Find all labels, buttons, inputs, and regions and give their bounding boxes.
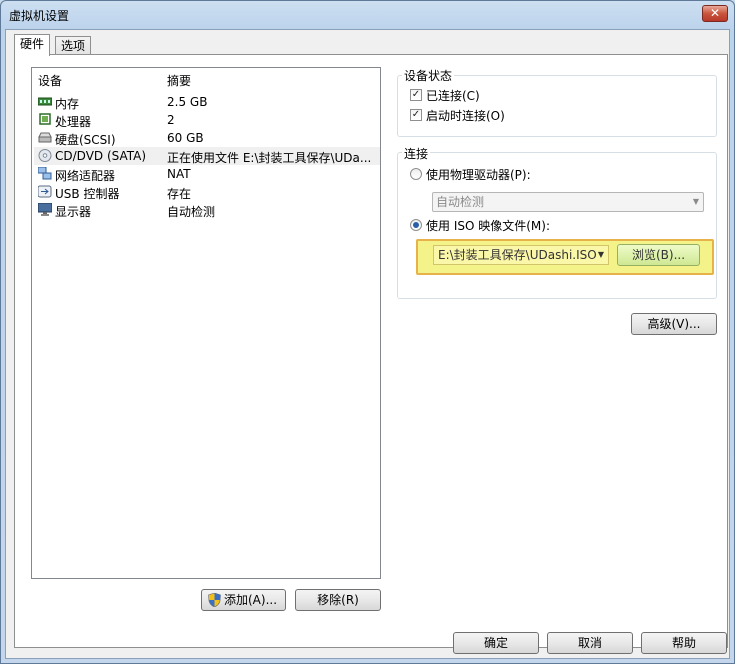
help-button[interactable]: 帮助	[641, 632, 727, 654]
connect-at-power-on-label[interactable]: 启动时连接(O)	[426, 107, 505, 124]
device-name: 内存	[55, 97, 80, 111]
close-icon: ✕	[709, 6, 721, 20]
radio-dot	[413, 222, 419, 228]
device-name: USB 控制器	[55, 187, 120, 201]
device-name: 硬盘(SCSI)	[55, 133, 116, 147]
physical-drive-label[interactable]: 使用物理驱动器(P):	[426, 166, 531, 183]
physical-drive-radio[interactable]	[410, 168, 422, 180]
title-bar[interactable]: 虚拟机设置 ✕	[1, 1, 734, 29]
help-button-label: 帮助	[671, 636, 696, 650]
add-button-label: 添加(A)...	[224, 593, 278, 607]
device-name: 显示器	[55, 205, 92, 219]
device-summary: 2	[167, 113, 175, 127]
device-summary: NAT	[167, 167, 191, 181]
device-name: 处理器	[55, 115, 92, 129]
device-row-memory[interactable]: 内存 2.5 GB	[34, 93, 380, 111]
device-summary: 2.5 GB	[167, 95, 208, 109]
remove-device-button[interactable]: 移除(R)	[295, 589, 381, 611]
device-status-group	[397, 75, 717, 137]
device-summary: 存在	[167, 187, 192, 201]
close-button[interactable]: ✕	[702, 5, 728, 22]
device-row-usb-controller[interactable]: USB 控制器 存在	[34, 183, 380, 201]
connected-checkbox[interactable]: ✓	[410, 89, 422, 101]
hard-disk-icon	[38, 132, 52, 143]
usb-icon	[38, 185, 52, 198]
shield-icon	[208, 593, 221, 607]
remove-button-label: 移除(R)	[317, 593, 359, 607]
physical-drive-select[interactable]: 自动检测 ▼	[432, 192, 704, 212]
physical-drive-value: 自动检测	[436, 195, 485, 209]
tab-options[interactable]: 选项	[55, 36, 92, 56]
iso-image-radio[interactable]	[410, 219, 422, 231]
dialog-client-area: 硬件 选项 设备 摘要 内存 2.5 GB 处理器 2 硬盘(SCSI) 60 …	[5, 29, 730, 659]
hardware-tab-page: 设备 摘要 内存 2.5 GB 处理器 2 硬盘(SCSI) 60 GB CD/…	[14, 54, 728, 648]
device-row-hard-disk[interactable]: 硬盘(SCSI) 60 GB	[34, 129, 380, 147]
add-device-button[interactable]: 添加(A)...	[201, 589, 286, 611]
device-row-network-adapter[interactable]: 网络适配器 NAT	[34, 165, 380, 183]
device-summary: 60 GB	[167, 131, 204, 145]
tab-hardware[interactable]: 硬件	[14, 34, 51, 56]
memory-icon	[38, 97, 52, 106]
connected-label[interactable]: 已连接(C)	[426, 87, 480, 104]
device-row-processor[interactable]: 处理器 2	[34, 111, 380, 129]
tab-options-label: 选项	[61, 39, 86, 53]
network-adapter-icon	[38, 167, 52, 180]
chevron-down-icon: ▼	[692, 197, 699, 206]
vm-settings-window: 虚拟机设置 ✕ 硬件 选项 设备 摘要 内存 2.5 GB 处理器 2 硬盘(S…	[0, 0, 735, 664]
device-list[interactable]: 设备 摘要 内存 2.5 GB 处理器 2 硬盘(SCSI) 60 GB CD/…	[31, 67, 381, 579]
browse-button-label: 浏览(B)...	[631, 248, 686, 262]
device-status-title: 设备状态	[402, 67, 455, 84]
device-name: 网络适配器	[55, 169, 116, 183]
device-name: CD/DVD (SATA)	[55, 149, 147, 163]
iso-path-value: E:\封装工具保存\UDashi.ISO	[438, 248, 597, 262]
chevron-down-icon: ▼	[597, 250, 604, 259]
advanced-button[interactable]: 高级(V)...	[631, 313, 717, 335]
device-summary: 正在使用文件 E:\封装工具保存\UDa...	[167, 151, 372, 165]
display-icon	[38, 203, 52, 216]
cd-dvd-icon	[38, 149, 52, 162]
ok-button-label: 确定	[483, 636, 508, 650]
device-summary: 自动检测	[167, 205, 216, 219]
window-title: 虚拟机设置	[9, 9, 70, 23]
processor-icon	[39, 113, 51, 125]
device-row-cd-dvd[interactable]: CD/DVD (SATA) 正在使用文件 E:\封装工具保存\UDa...	[34, 147, 380, 165]
column-header-device[interactable]: 设备	[38, 72, 62, 88]
iso-image-label[interactable]: 使用 ISO 映像文件(M):	[426, 217, 550, 234]
column-header-summary[interactable]: 摘要	[167, 72, 191, 88]
cancel-button-label: 取消	[577, 636, 602, 650]
connection-title: 连接	[402, 145, 431, 162]
ok-button[interactable]: 确定	[453, 632, 539, 654]
browse-button[interactable]: 浏览(B)...	[617, 244, 700, 266]
connect-at-power-on-checkbox[interactable]: ✓	[410, 109, 422, 121]
cancel-button[interactable]: 取消	[547, 632, 633, 654]
tab-hardware-label: 硬件	[20, 37, 45, 51]
iso-path-combo[interactable]: E:\封装工具保存\UDashi.ISO ▼	[433, 245, 609, 265]
advanced-button-label: 高级(V)...	[647, 317, 701, 331]
device-row-display[interactable]: 显示器 自动检测	[34, 201, 380, 219]
